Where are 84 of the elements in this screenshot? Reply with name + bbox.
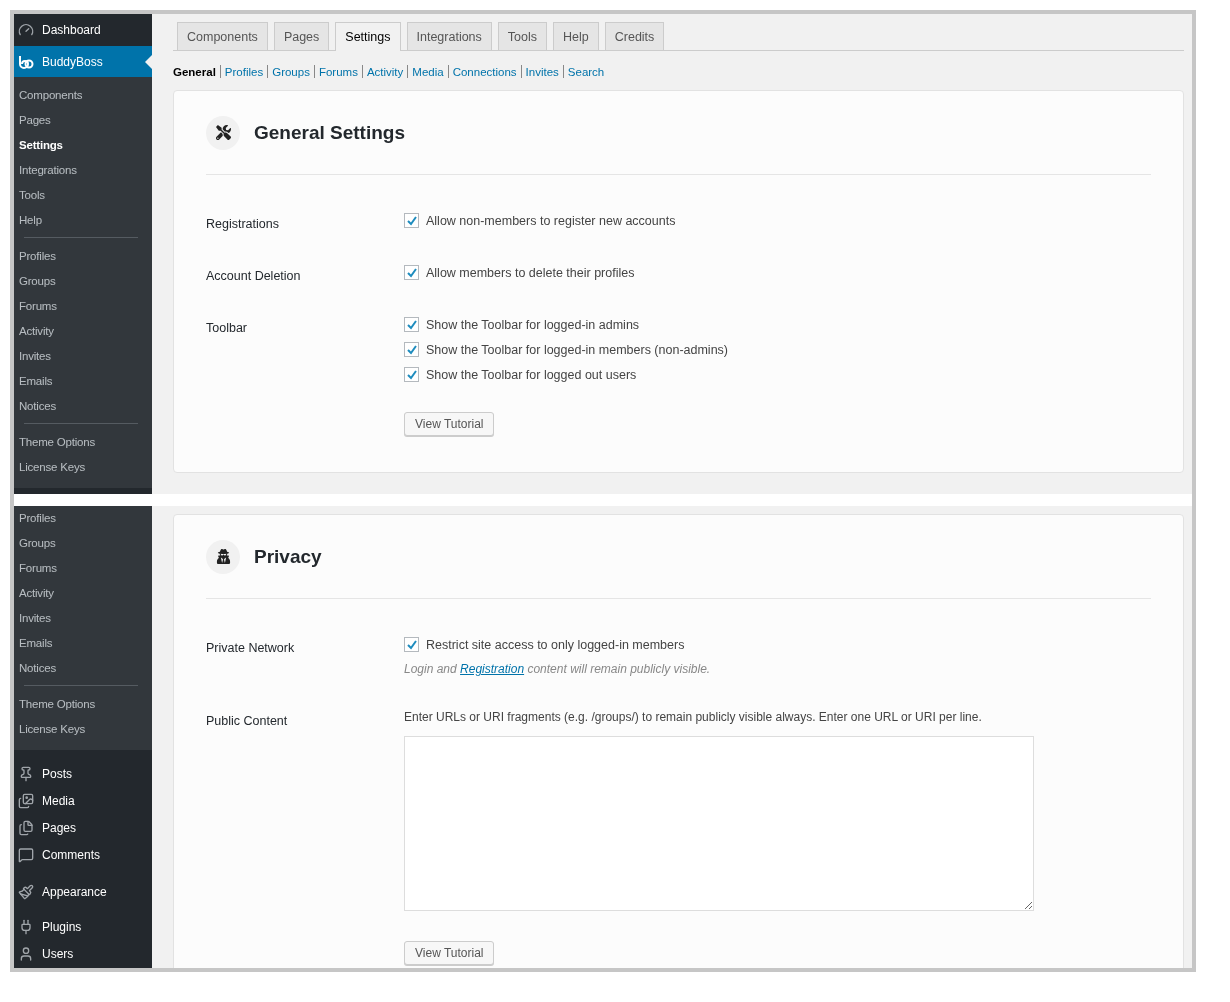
- checkbox-label: Restrict site access to only logged-in members: [426, 637, 685, 652]
- plug-icon: [18, 919, 34, 936]
- subnav-link[interactable]: Groups: [272, 65, 310, 78]
- menu-item[interactable]: Comments: [14, 841, 152, 869]
- brush-icon: [18, 884, 34, 901]
- checkbox-label: Show the Toolbar for logged-in admins: [426, 317, 640, 332]
- submenu-item[interactable]: Profiles: [14, 244, 152, 269]
- help-text: Login and Registration content will remain publicly visible.: [404, 662, 711, 676]
- submenu-item[interactable]: Components: [14, 83, 152, 108]
- menu-item[interactable]: Plugins: [14, 913, 152, 941]
- field-label: Public Content: [206, 713, 289, 730]
- checkbox[interactable]: [404, 317, 419, 332]
- submenu-item[interactable]: Forums: [14, 294, 152, 319]
- menu-item[interactable]: Appearance: [14, 878, 152, 906]
- subnav-link[interactable]: Forums: [318, 65, 358, 78]
- subnav-link[interactable]: Activity: [366, 65, 404, 78]
- field-label: Private Network: [206, 640, 296, 657]
- pin-icon: [18, 765, 34, 782]
- tab[interactable]: Components: [177, 22, 268, 50]
- submenu-item[interactable]: Pages: [14, 108, 152, 133]
- submenu-item[interactable]: Activity: [14, 319, 152, 344]
- tab[interactable]: Integrations: [406, 22, 492, 50]
- submenu-item[interactable]: Groups: [14, 269, 152, 294]
- checkbox[interactable]: [404, 213, 419, 228]
- submenu-item[interactable]: Notices: [14, 394, 152, 419]
- tools-icon: [215, 125, 231, 140]
- menu-item[interactable]: Media: [14, 787, 152, 815]
- media-icon: [18, 792, 34, 809]
- submenu-item[interactable]: Theme Options: [14, 430, 152, 455]
- tutorial-button[interactable]: View Tutorial: [404, 412, 495, 436]
- submenu-item[interactable]: Forums: [14, 556, 152, 581]
- field-label: Registrations: [206, 216, 280, 231]
- submenu-item[interactable]: Invites: [14, 344, 152, 369]
- checkbox-label: Allow non-members to register new accounts: [426, 213, 676, 228]
- tab[interactable]: Settings: [335, 22, 401, 51]
- tab[interactable]: Pages: [273, 22, 330, 50]
- tutorial-button[interactable]: View Tutorial: [404, 941, 495, 965]
- submenu-item[interactable]: Notices: [14, 656, 152, 681]
- user-icon: [18, 946, 34, 963]
- subnav-link[interactable]: Profiles: [224, 65, 264, 78]
- submenu-item[interactable]: Tools: [14, 183, 152, 208]
- description-text: Enter URLs or URI fragments (e.g. /groups/) to remain publicly visible always. Enter one URL or URI per line.: [404, 710, 983, 724]
- menu-item[interactable]: Users: [14, 940, 152, 968]
- submenu-item[interactable]: Emails: [14, 369, 152, 394]
- tab[interactable]: Help: [553, 22, 599, 50]
- checkbox-label: Allow members to delete their profiles: [426, 265, 635, 280]
- submenu-item[interactable]: License Keys: [14, 455, 152, 480]
- checkbox-label: Show the Toolbar for logged out users: [426, 367, 637, 382]
- submenu-item[interactable]: License Keys: [14, 717, 152, 742]
- submenu-item[interactable]: Emails: [14, 631, 152, 656]
- menu-item[interactable]: BuddyBoss: [14, 46, 152, 77]
- logo-icon: [18, 54, 34, 69]
- submenu-item[interactable]: Profiles: [14, 506, 152, 531]
- dashboard-icon: [18, 22, 34, 38]
- submenu-item[interactable]: Settings: [14, 133, 152, 158]
- pages-icon: [18, 819, 34, 836]
- submenu-item[interactable]: Activity: [14, 581, 152, 606]
- menu-item[interactable]: Dashboard: [14, 14, 152, 46]
- submenu-item[interactable]: Invites: [14, 606, 152, 631]
- checkbox[interactable]: [404, 637, 419, 652]
- checkbox-label: Show the Toolbar for logged-in members (non-admins): [426, 342, 728, 357]
- tab[interactable]: Tools: [497, 22, 547, 50]
- checkbox[interactable]: [404, 265, 419, 280]
- field-label: Account Deletion: [206, 268, 302, 283]
- checkbox[interactable]: [404, 342, 419, 357]
- checkbox[interactable]: [404, 367, 419, 382]
- submenu-item[interactable]: Integrations: [14, 158, 152, 183]
- field-label: Toolbar: [206, 320, 248, 337]
- card-title: General Settings: [254, 121, 405, 144]
- tab[interactable]: Credits: [604, 22, 665, 50]
- submenu-item[interactable]: Groups: [14, 531, 152, 556]
- subnav-link[interactable]: Connections: [452, 65, 517, 78]
- spy-icon: [215, 549, 231, 564]
- menu-item[interactable]: Pages: [14, 814, 152, 842]
- registration-link[interactable]: Registration: [460, 662, 525, 676]
- comment-icon: [18, 847, 34, 863]
- submenu-item[interactable]: Help: [14, 208, 152, 233]
- submenu-item[interactable]: Theme Options: [14, 692, 152, 717]
- subnav-link[interactable]: Invites: [525, 65, 559, 78]
- subnav-link[interactable]: General: [173, 65, 216, 78]
- menu-item[interactable]: Posts: [14, 760, 152, 788]
- card-title: Privacy: [254, 545, 322, 568]
- subnav-link[interactable]: Media: [412, 65, 444, 78]
- subnav-link[interactable]: Search: [567, 65, 605, 78]
